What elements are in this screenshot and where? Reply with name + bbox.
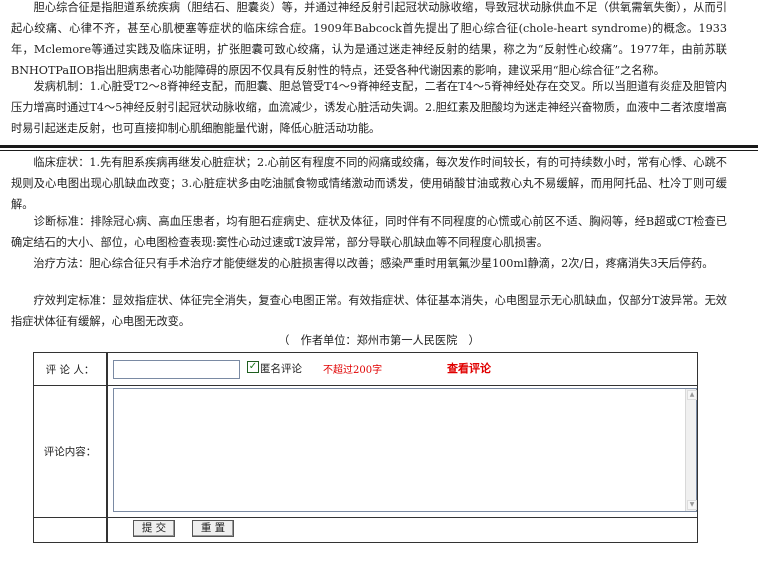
comment-form: 评 论 人： ✓ 匿名评论 不超过200字 查看评论 评论内容： ▲ ▼ 提 交… [33,352,698,543]
article-paragraph-diagnosis: 诊断标准：排除冠心病、高血压患者，均有胆石症病史、症状及体征，同时伴有不同程度的… [11,215,727,249]
commenter-row: 评 论 人： ✓ 匿名评论 不超过200字 查看评论 [34,353,697,386]
divider-thick [0,145,758,148]
author-affiliation: （ 作者单位：郑州市第一人民医院 ） [278,334,480,347]
article-paragraph-intro: 胆心综合征是指胆道系统疾病（胆结石、胆囊炎）等，并通过神经反射引起冠状动脉收缩，… [11,1,727,77]
check-icon: ✓ [248,361,258,372]
character-limit-note: 不超过200字 [323,365,383,376]
commenter-label: 评 论 人： [34,353,108,385]
submit-button[interactable]: 提 交 [133,520,175,537]
content-label: 评论内容： [34,385,108,517]
article-paragraph-treatment: 治疗方法：胆心综合征只有手术治疗才能使继发的心脏损害得以改善；感染严重时用氧氟沙… [11,257,714,270]
article-paragraph-efficacy: 疗效判定标准：显效指症状、体征完全消失，复查心电图正常。有效指症状、体征基本消失… [11,294,727,328]
comment-textarea[interactable]: ▲ ▼ [113,388,697,512]
view-comments-link[interactable]: 查看评论 [447,360,491,376]
down-arrow-icon[interactable]: ▼ [687,500,697,510]
reset-button[interactable]: 重 置 [192,520,234,537]
up-arrow-icon[interactable]: ▲ [687,390,697,400]
anonymous-checkbox[interactable]: ✓ [247,361,259,373]
buttons-row: 提 交 重 置 [34,517,697,543]
textarea-scrollbar[interactable]: ▲ ▼ [685,389,697,511]
anonymous-label: 匿名评论 [260,363,302,375]
buttons-label-cell [34,517,108,543]
content-row: 评论内容： ▲ ▼ [34,385,697,518]
commenter-input[interactable] [113,360,240,379]
article-paragraph-symptoms: 临床症状：1.先有胆系疾病再继发心脏症状；2.心前区有程度不同的闷痛或绞痛，每次… [11,156,727,211]
article-paragraph-mechanism: 发病机制：1.心脏受T2～8脊神经支配，而胆囊、胆总管受T4～9脊神经支配，二者… [11,80,727,135]
divider-thin [0,150,758,151]
